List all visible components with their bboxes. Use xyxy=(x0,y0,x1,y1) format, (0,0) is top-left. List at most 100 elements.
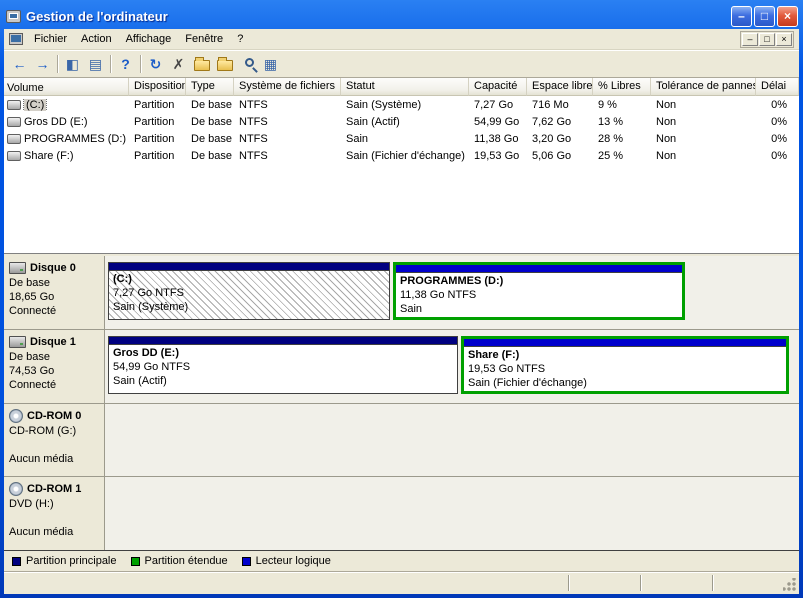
refresh-button[interactable]: ↻ xyxy=(144,53,167,75)
disk-info-disque-1[interactable]: Disque 1 De base 74,53 Go Connecté xyxy=(4,330,105,403)
menu-action[interactable]: Action xyxy=(74,31,119,47)
cell-tolerance: Non xyxy=(651,150,756,162)
cd-rom-icon xyxy=(9,482,23,496)
legend-extended-partition: Partition étendue xyxy=(131,555,228,567)
cell-delai: 0% xyxy=(756,99,799,111)
column-header-type[interactable]: Type xyxy=(186,78,234,96)
cell-statut: Sain (Fichier d'échange) xyxy=(341,150,469,162)
back-icon: ← xyxy=(13,57,27,71)
show-console-tree-button[interactable]: ◧ xyxy=(61,53,84,75)
cell-delai: 0% xyxy=(756,116,799,128)
hard-disk-icon xyxy=(9,262,26,274)
column-header-volume[interactable]: Volume xyxy=(4,78,129,96)
partition-d[interactable]: PROGRAMMES (D:) 11,38 Go NTFS Sain xyxy=(393,262,685,320)
partition-status: Sain (Fichier d'échange) xyxy=(468,376,782,390)
disk-type: De base xyxy=(9,350,100,364)
forward-button[interactable]: → xyxy=(31,53,54,75)
partition-e[interactable]: Gros DD (E:) 54,99 Go NTFS Sain (Actif) xyxy=(108,336,458,394)
open-folder-icon xyxy=(217,60,233,71)
column-header-disposition[interactable]: Disposition xyxy=(129,78,186,96)
partition-label: (C:) xyxy=(113,272,385,286)
back-button[interactable]: ← xyxy=(8,53,31,75)
menu-fichier[interactable]: Fichier xyxy=(27,31,74,47)
title-bar[interactable]: Gestion de l'ordinateur – □ × xyxy=(0,0,803,29)
table-row-volume-e[interactable]: Gros DD (E:) Partition De base NTFS Sain… xyxy=(4,113,799,130)
column-header-filesystem[interactable]: Système de fichiers xyxy=(234,78,341,96)
cell-type: De base xyxy=(186,116,234,128)
cd-rom-icon xyxy=(9,409,23,423)
volume-name: (C:) xyxy=(24,99,46,111)
minimize-button[interactable]: – xyxy=(731,6,752,27)
console-system-icon[interactable] xyxy=(9,33,23,45)
legend-label: Partition principale xyxy=(26,555,117,567)
media-status: Aucun média xyxy=(9,525,100,539)
cell-capacite: 7,27 Go xyxy=(469,99,527,111)
disk-tracks xyxy=(105,404,799,477)
disk-info-disque-0[interactable]: Disque 0 De base 18,65 Go Connecté xyxy=(4,256,105,329)
disk-name: Disque 1 xyxy=(30,335,76,349)
media-status: Aucun média xyxy=(9,452,100,466)
disk-view-button[interactable]: ▦ xyxy=(259,53,282,75)
delete-button[interactable]: ✗ xyxy=(167,53,190,75)
partition-label: Gros DD (E:) xyxy=(113,346,453,360)
partition-size: 54,99 Go NTFS xyxy=(113,360,453,374)
column-header-tolerance[interactable]: Tolérance de pannes xyxy=(651,78,756,96)
properties-button[interactable] xyxy=(190,53,213,75)
mdi-minimize-button[interactable]: – xyxy=(742,33,758,46)
table-row-volume-d[interactable]: PROGRAMMES (D:) Partition De base NTFS S… xyxy=(4,130,799,147)
cell-filesystem: NTFS xyxy=(234,133,341,145)
legend-logical-drive: Lecteur logique xyxy=(242,555,331,567)
cell-espace-libre: 5,06 Go xyxy=(527,150,593,162)
partition-status: Sain (Système) xyxy=(113,300,385,314)
partition-size: 7,27 Go NTFS xyxy=(113,286,385,300)
table-row-volume-c[interactable]: (C:) Partition De base NTFS Sain (Systèm… xyxy=(4,96,799,113)
mdi-close-button[interactable]: × xyxy=(776,33,792,46)
menu-affichage[interactable]: Affichage xyxy=(119,31,179,47)
two-pane-view-button[interactable]: ▤ xyxy=(84,53,107,75)
cell-tolerance: Non xyxy=(651,99,756,111)
cell-filesystem: NTFS xyxy=(234,99,341,111)
cell-disposition: Partition xyxy=(129,150,186,162)
partition-color-strip xyxy=(109,337,457,345)
partition-f[interactable]: Share (F:) 19,53 Go NTFS Sain (Fichier d… xyxy=(461,336,789,394)
help-button[interactable]: ? xyxy=(114,53,137,75)
column-header-capacite[interactable]: Capacité xyxy=(469,78,527,96)
cell-capacite: 54,99 Go xyxy=(469,116,527,128)
disk-name: CD-ROM 0 xyxy=(27,409,81,423)
disk-info-cdrom-1[interactable]: CD-ROM 1 DVD (H:) Aucun média xyxy=(4,477,105,550)
partition-color-strip xyxy=(109,263,389,271)
column-header-pct-libres[interactable]: % Libres xyxy=(593,78,651,96)
disk-info-cdrom-0[interactable]: CD-ROM 0 CD-ROM (G:) Aucun média xyxy=(4,404,105,477)
column-header-statut[interactable]: Statut xyxy=(341,78,469,96)
cell-delai: 0% xyxy=(756,150,799,162)
extended-partition-swatch xyxy=(131,557,140,566)
cell-statut: Sain xyxy=(341,133,469,145)
cell-espace-libre: 3,20 Go xyxy=(527,133,593,145)
column-header-delai[interactable]: Délai xyxy=(756,78,799,96)
search-button[interactable] xyxy=(236,53,259,75)
column-header-espace-libre[interactable]: Espace libre xyxy=(527,78,593,96)
cell-disposition: Partition xyxy=(129,116,186,128)
partition-c[interactable]: (C:) 7,27 Go NTFS Sain (Système) xyxy=(108,262,390,320)
menu-fenetre[interactable]: Fenêtre xyxy=(178,31,230,47)
menu-help[interactable]: ? xyxy=(230,31,250,47)
maximize-button[interactable]: □ xyxy=(754,6,775,27)
search-icon xyxy=(245,58,254,67)
close-button[interactable]: × xyxy=(777,6,798,27)
forward-icon: → xyxy=(36,57,50,71)
status-bar xyxy=(4,571,799,594)
toolbar-separator xyxy=(140,55,141,73)
mdi-restore-button[interactable]: □ xyxy=(759,33,775,46)
disk-view-icon: ▦ xyxy=(264,57,277,71)
drive-letter: DVD (H:) xyxy=(9,497,100,511)
cell-pct-libres: 9 % xyxy=(593,99,651,111)
partition-status: Sain (Actif) xyxy=(113,374,453,388)
disk-size: 18,65 Go xyxy=(9,290,100,304)
cell-pct-libres: 25 % xyxy=(593,150,651,162)
table-row-volume-f[interactable]: Share (F:) Partition De base NTFS Sain (… xyxy=(4,147,799,164)
disk-row-cdrom-1: CD-ROM 1 DVD (H:) Aucun média xyxy=(4,477,799,550)
open-folder-button[interactable] xyxy=(213,53,236,75)
legend-primary-partition: Partition principale xyxy=(12,555,117,567)
resize-grip[interactable] xyxy=(783,578,797,592)
cell-tolerance: Non xyxy=(651,133,756,145)
